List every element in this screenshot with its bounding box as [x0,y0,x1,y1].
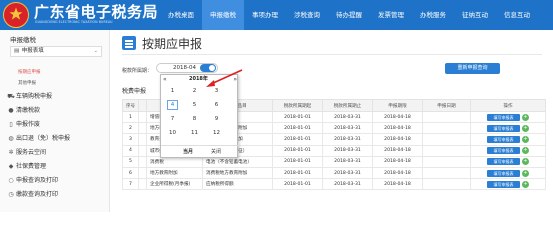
shield-icon: ◆ [8,163,14,170]
nav-declare-pay[interactable]: 申报缴税 [202,0,244,30]
month-cell[interactable]: 9 [211,114,222,124]
month-picker-header: « 2018年 » [161,75,239,84]
title-divider [122,54,542,55]
ok-circle-icon[interactable]: + [522,135,529,143]
ok-circle-icon[interactable]: + [522,158,529,166]
top-header: 广东省电子税务局 GUANGDONG ELECTRONIC TAXATION B… [0,0,553,30]
sidebar-item-payment-query[interactable]: ◷ 缴款查询及打印 [6,189,106,198]
month-picker-year: 2018年 [189,76,208,82]
month-cell[interactable]: 10 [167,128,178,138]
nav-interaction[interactable]: 征纳互动 [454,0,496,30]
page-title: 按期应申报 [142,37,203,51]
month-cell[interactable]: 12 [211,128,222,138]
fill-form-button[interactable]: 填写申报表 [487,169,520,177]
ok-circle-icon[interactable]: + [522,169,529,177]
sidebar-item-periodic-declare[interactable]: 按期应申报 [18,69,41,75]
close-button[interactable]: 关闭 [211,146,221,159]
ok-circle-icon[interactable]: + [522,147,529,155]
fill-form-button[interactable]: 填写申报表 [487,135,520,143]
top-nav: 办税桌面 申报缴税 事项办理 涉税查询 待办提醒 发票管理 办税服务 征纳互动 … [160,0,538,30]
month-cell[interactable]: 8 [189,114,200,124]
nav-desktop[interactable]: 办税桌面 [160,0,202,30]
fill-form-button[interactable]: 填写申报表 [487,180,520,188]
form-icon: ▤ [14,48,20,54]
next-year-icon[interactable]: » [233,75,237,84]
coin-icon: ● [8,107,14,114]
ok-circle-icon[interactable]: + [522,113,529,121]
month-cell[interactable]: 1 [167,86,178,96]
chevron-down-icon: ⌄ [93,48,98,54]
sidebar-group-declare[interactable]: ▤ 申报表填 ⌄ [10,46,102,57]
month-cell[interactable]: 7 [167,114,178,124]
nav-info[interactable]: 信息互动 [496,0,538,30]
sidebar-item-social-security[interactable]: ◆ 社保费管理 [6,161,106,170]
section-title: 税费申报 [122,88,147,95]
sidebar-item-other-declare[interactable]: 其他申报 [18,80,36,86]
month-cell[interactable]: 5 [189,100,200,110]
document-icon: ▯ [9,121,13,128]
sidebar-item-clear-tax[interactable]: ● 清缴税款 [6,105,106,114]
month-cell[interactable]: 2 [189,86,200,96]
list-icon [122,36,136,50]
sidebar-item-cloud-space[interactable]: ✲ 服务云空间 [6,147,106,156]
table-row: 7 企业所得税(月季报) 应纳税所得额 2018-01-01 2018-03-3… [122,178,546,191]
fill-form-button[interactable]: 填写申报表 [487,147,520,155]
current-month-button[interactable]: 当月 [183,146,193,159]
sidebar-item-void-declare[interactable]: ▯ 申报作废 [6,119,106,128]
fill-form-button[interactable]: 填写申报表 [487,158,520,166]
ok-circle-icon[interactable]: + [522,124,529,132]
prev-year-icon[interactable]: « [163,75,167,84]
table-row: 6 地方教育附加 消费税地方教育附加 2018-01-01 2018-03-31… [122,166,546,180]
sidebar-item-export-rebate[interactable]: ◍ 出口退（免）税申报 [6,133,106,142]
site-title: 广东省电子税务局 [34,3,159,21]
main-content: 按期应申报 税款所属期： 2018-04 重新申报查询 税费申报 序号 征收品目… [112,30,553,212]
sidebar-item-vehicle-tax[interactable]: ⛟车辆购税申报 [6,91,106,101]
globe-icon: ◍ [8,135,14,142]
tax-emblem-icon [3,2,29,28]
nav-affairs[interactable]: 事项办理 [244,0,286,30]
ok-circle-icon[interactable]: + [522,180,529,188]
month-picker: « 2018年 » 1 2 3 4 5 6 7 8 9 10 11 12 当月 … [160,74,239,158]
search-icon: ○ [8,177,14,184]
col-start: 税款所属期起 [272,99,323,112]
redeclare-query-button[interactable]: 重新申报查询 [445,63,500,74]
month-picker-footer: 当月 关闭 [161,145,239,158]
month-cell[interactable]: 3 [211,86,222,96]
period-label: 税款所属期： [122,68,153,74]
col-check [138,99,147,112]
nav-service[interactable]: 办税服务 [412,0,454,30]
site-subtitle: GUANGDONG ELECTRONIC TAXATION BUREAU [35,20,113,24]
col-deadline: 申报期限 [372,99,423,112]
nav-query[interactable]: 涉税查询 [286,0,328,30]
month-cell[interactable]: 11 [189,128,200,138]
month-cell[interactable]: 6 [211,100,222,110]
sidebar-title: 申报缴税 [10,36,36,44]
col-date: 申报日期 [422,99,471,112]
nav-invoice[interactable]: 发票管理 [370,0,412,30]
fill-form-button[interactable]: 填写申报表 [487,113,520,121]
car-icon: ⛟ [7,93,15,100]
col-no: 序号 [122,99,139,112]
sidebar-item-declare-query[interactable]: ○ 申报查询及打印 [6,175,106,184]
gear-icon: ✲ [8,149,14,156]
clock-icon: ◷ [8,191,14,198]
period-toggle[interactable] [200,64,216,72]
month-cell-selected[interactable]: 4 [167,100,178,110]
nav-todo[interactable]: 待办提醒 [328,0,370,30]
col-action: 操作 [470,99,546,112]
col-end: 税款所属期止 [322,99,373,112]
sidebar: 申报缴税 ▤ 申报表填 ⌄ 按期应申报 其他申报 ⛟车辆购税申报 ● 清缴税款 ▯… [0,30,110,212]
sidebar-group-label: 申报表填 [21,48,44,54]
fill-form-button[interactable]: 填写申报表 [487,124,520,132]
